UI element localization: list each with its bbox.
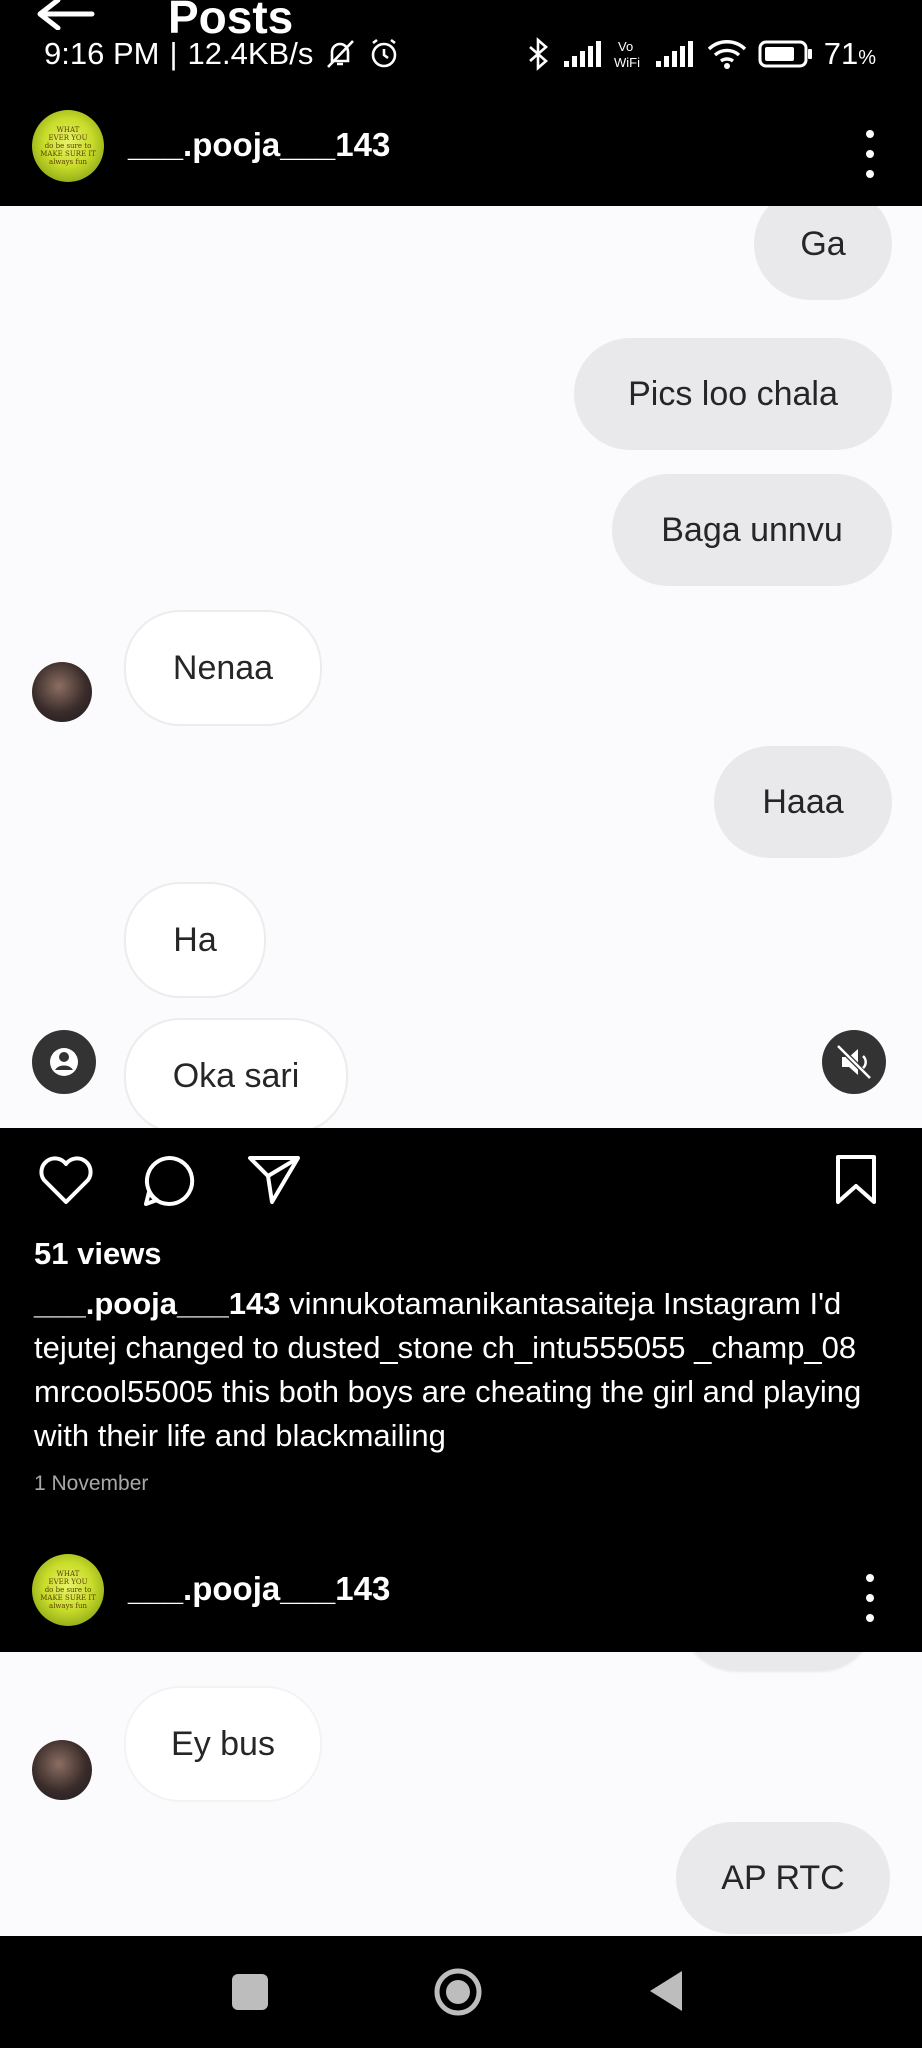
- profile-avatar[interactable]: WHAT EVER YOU do be sure to MAKE SURE IT…: [32, 1554, 104, 1626]
- more-options-icon[interactable]: [858, 1572, 882, 1624]
- battery-level: 71%: [823, 36, 876, 71]
- network-speed: 12.4KB/s: [187, 36, 314, 71]
- recents-icon[interactable]: [230, 1972, 270, 2012]
- status-right: Vo WiFi 71%: [524, 36, 876, 72]
- post-caption: ___.pooja___143 vinnukotamanikantasaitej…: [34, 1282, 894, 1458]
- post-date: 1 November: [34, 1472, 149, 1495]
- speaker-muted-icon: [836, 1044, 872, 1080]
- system-nav-bar: [0, 1936, 922, 2048]
- status-left: 9:16 PM | 12.4KB/s: [44, 36, 401, 72]
- battery-icon: [758, 40, 812, 68]
- post-header: WHAT EVER YOU do be sure to MAKE SURE IT…: [0, 110, 922, 206]
- signal-icon: [563, 41, 601, 67]
- home-icon[interactable]: [432, 1966, 484, 2018]
- chat-bubble: Haaa: [714, 746, 892, 858]
- chat-bubble: AP RTC: [676, 1822, 890, 1934]
- post-username[interactable]: ___.pooja___143: [128, 1570, 390, 1608]
- vowifi-icon: Vo WiFi: [614, 39, 640, 70]
- view-count[interactable]: 51 views: [34, 1236, 162, 1272]
- bluetooth-icon: [528, 37, 548, 71]
- chat-bubble: [680, 1652, 876, 1672]
- svg-text:Vo: Vo: [618, 39, 633, 54]
- more-options-icon[interactable]: [858, 128, 882, 180]
- chat-bubble: Oka sari: [124, 1018, 348, 1128]
- svg-text:WiFi: WiFi: [614, 55, 640, 70]
- wifi-icon: [707, 40, 746, 69]
- signal-2-icon: [655, 41, 693, 67]
- heart-icon[interactable]: [38, 1154, 94, 1206]
- chat-bubble: Ha: [124, 882, 266, 998]
- back-arrow-icon[interactable]: [36, 0, 96, 30]
- chat-bubble: Baga unnvu: [612, 474, 892, 586]
- caption-username[interactable]: ___.pooja___143: [34, 1286, 280, 1321]
- bell-muted-icon: [327, 40, 355, 68]
- comment-icon[interactable]: [142, 1154, 196, 1208]
- mute-button[interactable]: [822, 1030, 886, 1094]
- chat-avatar: [32, 662, 92, 722]
- status-time: 9:16 PM: [44, 36, 160, 71]
- chat-bubble: Nenaa: [124, 610, 322, 726]
- send-icon[interactable]: [246, 1154, 302, 1206]
- post-header: WHAT EVER YOU do be sure to MAKE SURE IT…: [0, 1542, 922, 1638]
- chat-bubble: Pics loo chala: [574, 338, 892, 450]
- post-media[interactable]: Ey bus AP RTC: [0, 1652, 922, 1936]
- profile-avatar[interactable]: WHAT EVER YOU do be sure to MAKE SURE IT…: [32, 110, 104, 182]
- status-bar: Posts 9:16 PM | 12.4KB/s Vo WiFi 71%: [0, 0, 922, 110]
- post-media[interactable]: Ga Pics loo chala Baga unnvu Nenaa Haaa …: [0, 206, 922, 1128]
- alarm-icon: [372, 38, 397, 68]
- tagged-users-button[interactable]: [32, 1030, 96, 1094]
- chat-avatar: [32, 1740, 92, 1800]
- chat-bubble: Ga: [754, 206, 892, 300]
- user-icon: [50, 1048, 78, 1076]
- post-actions: [0, 1128, 922, 1240]
- bookmark-icon[interactable]: [834, 1154, 878, 1206]
- back-icon[interactable]: [646, 1968, 686, 2014]
- chat-bubble: Ey bus: [124, 1686, 322, 1802]
- post-username[interactable]: ___.pooja___143: [128, 126, 390, 164]
